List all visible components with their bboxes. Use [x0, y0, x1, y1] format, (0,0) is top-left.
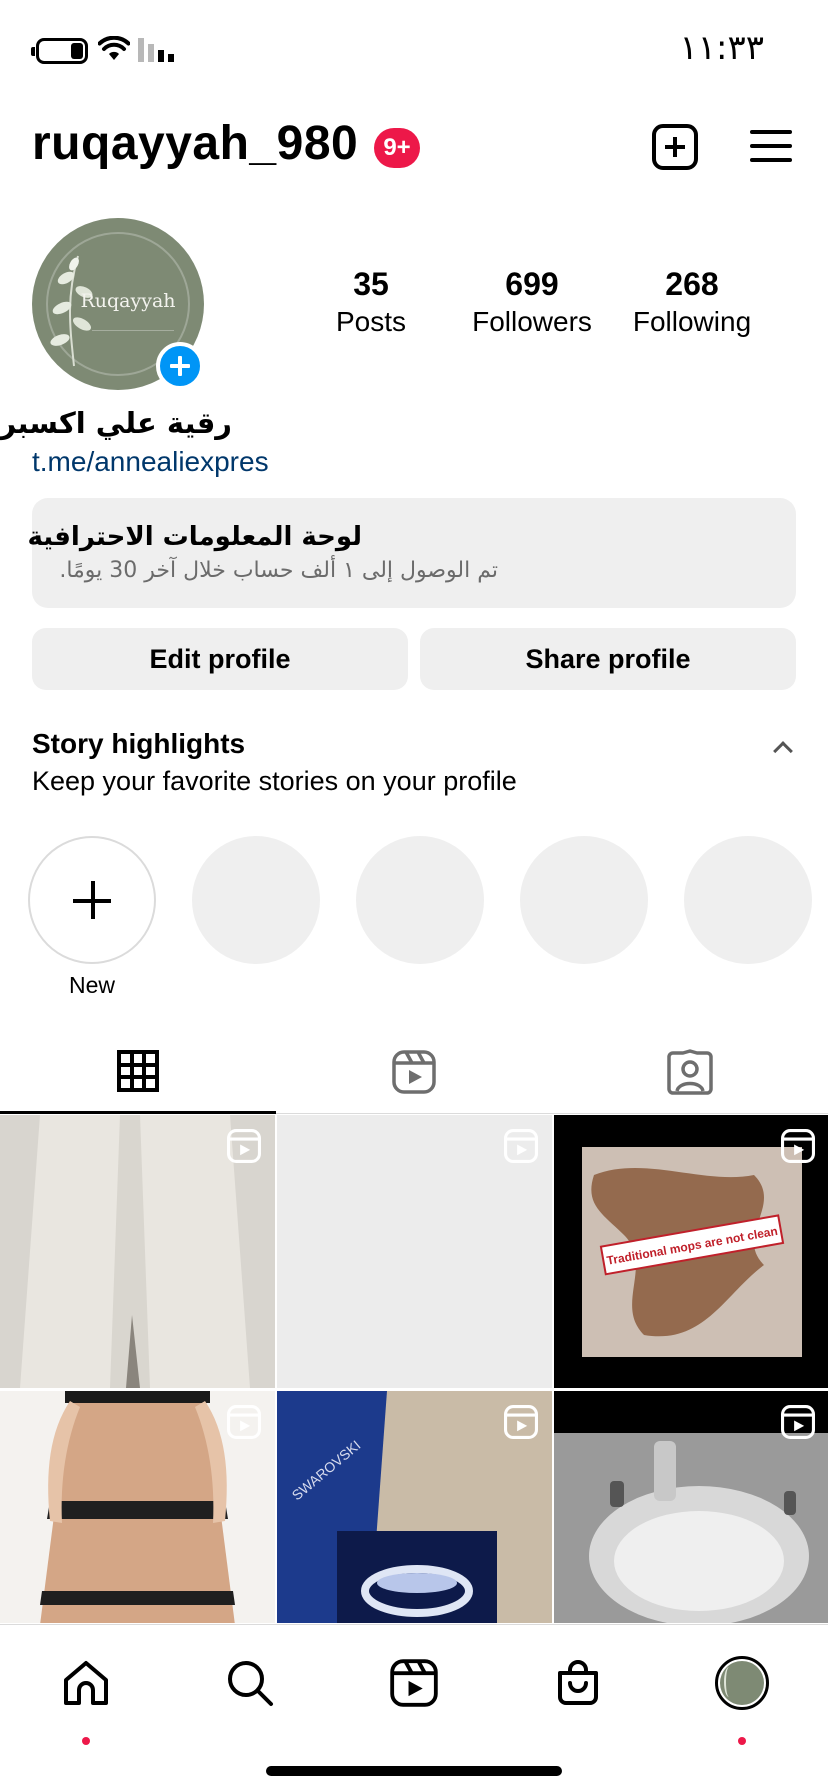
- cellular-signal-icon: [138, 38, 174, 62]
- new-highlight-label: New: [68, 972, 115, 998]
- reel-badge-icon: [504, 1129, 538, 1163]
- highlights-subtitle: Keep your favorite stories on your profi…: [32, 766, 517, 796]
- professional-dashboard-card[interactable]: لوحة المعلومات الاحترافية تم الوصول إلى …: [28, 498, 796, 608]
- grid-post[interactable]: SWAROVSKI: [277, 1391, 552, 1623]
- share-profile-button[interactable]: Share profile: [420, 628, 796, 690]
- notification-badge[interactable]: 9+: [374, 128, 420, 168]
- edit-profile-button[interactable]: Edit profile: [32, 628, 408, 690]
- new-post-icon[interactable]: [652, 124, 698, 170]
- highlights-title: Story highlights: [32, 728, 246, 759]
- grid-post[interactable]: [277, 1115, 552, 1388]
- reel-badge-icon: [227, 1405, 261, 1439]
- reels-icon: [392, 1050, 436, 1094]
- reel-badge-icon: [227, 1129, 261, 1163]
- bio-link[interactable]: t.me/annealiexpres: [32, 446, 269, 478]
- highlight-placeholder: [684, 836, 812, 964]
- shop-icon: [558, 1660, 598, 1705]
- profile-tabs: [0, 1030, 828, 1114]
- reel-badge-icon: [504, 1405, 538, 1439]
- nav-search[interactable]: [220, 1653, 280, 1713]
- followers-stat[interactable]: 699 Followers: [457, 266, 607, 340]
- following-stat[interactable]: 268 Following: [617, 266, 767, 340]
- reel-badge-icon: [781, 1405, 815, 1439]
- home-indicator: [266, 1766, 562, 1776]
- battery-icon: [31, 38, 88, 64]
- posts-label: Posts: [335, 306, 407, 337]
- new-highlight-button[interactable]: [28, 836, 156, 964]
- tab-reels[interactable]: [276, 1030, 552, 1114]
- profile-activity-dot: [738, 1737, 746, 1745]
- wifi-icon: [98, 36, 130, 60]
- profile-header: ruqayyah_980 9+: [0, 110, 828, 190]
- nav-profile[interactable]: [712, 1653, 772, 1713]
- grid-post[interactable]: [0, 1115, 275, 1388]
- add-story-button[interactable]: [156, 342, 204, 390]
- menu-icon[interactable]: [750, 128, 792, 164]
- tab-grid[interactable]: [0, 1030, 276, 1114]
- grid-post[interactable]: [0, 1391, 275, 1623]
- nav-home[interactable]: [56, 1653, 116, 1713]
- nav-reels[interactable]: [384, 1653, 444, 1713]
- profile-avatar: [715, 1656, 769, 1710]
- search-icon: [228, 1661, 273, 1706]
- profile-full-name: رقية علي اكسبرس: [0, 406, 232, 440]
- followers-label: Followers: [472, 306, 592, 337]
- chevron-up-icon[interactable]: [773, 741, 793, 761]
- following-label: Following: [632, 306, 752, 337]
- posts-grid: Traditional mops are not clean SWAROVSKI: [0, 1115, 828, 1623]
- reels-icon: [390, 1659, 438, 1707]
- home-activity-dot: [82, 1737, 90, 1745]
- avatar-logo-text: Ruqayyah: [80, 290, 176, 312]
- posts-count: 35: [353, 266, 389, 302]
- grid-post[interactable]: [554, 1391, 828, 1623]
- status-bar: ١١:٣٣: [0, 0, 828, 100]
- status-time: ١١:٣٣: [679, 28, 764, 68]
- grid-post[interactable]: Traditional mops are not clean: [554, 1115, 828, 1388]
- reel-badge-icon: [781, 1129, 815, 1163]
- tagged-icon: [667, 1049, 713, 1095]
- followers-count: 699: [505, 266, 559, 302]
- grid-icon: [117, 1049, 159, 1092]
- username-switcher[interactable]: ruqayyah_980: [32, 116, 358, 171]
- tab-tagged[interactable]: [552, 1030, 828, 1114]
- home-icon: [64, 1661, 108, 1705]
- following-count: 268: [665, 266, 719, 302]
- highlight-placeholder: [356, 836, 484, 964]
- nav-shop[interactable]: [548, 1653, 608, 1713]
- dashboard-subtitle: تم الوصول إلى ١ ألف حساب خلال آخر 30 يوم…: [59, 558, 498, 583]
- highlight-placeholder: [192, 836, 320, 964]
- posts-stat[interactable]: 35 Posts: [296, 266, 446, 340]
- dashboard-title: لوحة المعلومات الاحترافية: [27, 522, 362, 552]
- highlight-placeholder: [520, 836, 648, 964]
